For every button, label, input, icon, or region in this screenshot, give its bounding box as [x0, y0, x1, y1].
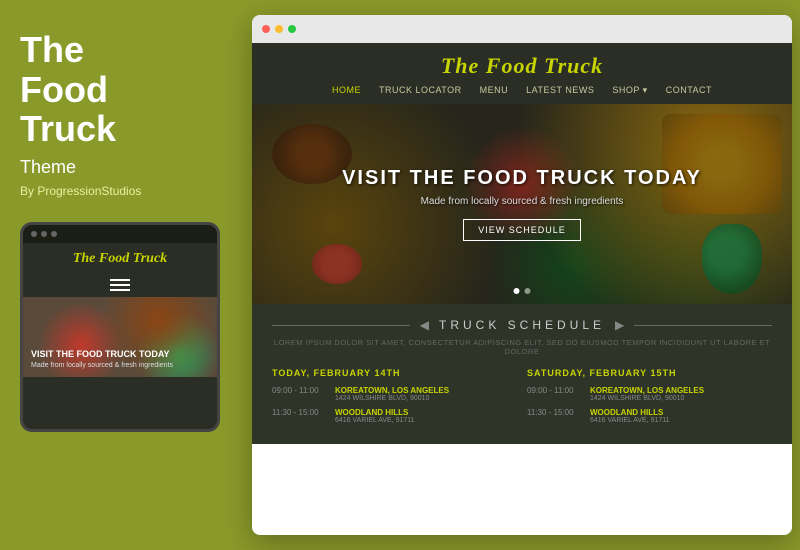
nav-contact[interactable]: CONTACT — [666, 85, 712, 96]
schedule-time: 09:00 - 11:00 — [272, 386, 327, 395]
hero-carousel-dots — [514, 288, 531, 294]
mobile-dot-1 — [31, 231, 37, 237]
title-line2: Food — [20, 69, 108, 110]
window-maximize-dot[interactable] — [288, 25, 296, 33]
schedule-time: 11:30 - 15:00 — [527, 408, 582, 417]
schedule-section: ◀ TRUCK SCHEDULE ▶ LOREM IPSUM DOLOR SIT… — [252, 304, 792, 444]
location-info: KOREATOWN, LOS ANGELES 1424 WILSHIRE BLV… — [590, 386, 704, 402]
schedule-columns: TODAY, FEBRUARY 14TH 09:00 - 11:00 KOREA… — [272, 368, 772, 430]
main-title: The Food Truck — [20, 30, 220, 149]
location-name: KOREATOWN, LOS ANGELES — [335, 386, 449, 395]
mobile-dot-2 — [41, 231, 47, 237]
nav-latest-news[interactable]: LATEST NEWS — [526, 85, 594, 96]
schedule-time: 11:30 - 15:00 — [272, 408, 327, 417]
window-minimize-dot[interactable] — [275, 25, 283, 33]
mobile-hero-subtitle: Made from locally sourced & fresh ingred… — [31, 362, 173, 369]
hamburger-line-2 — [110, 284, 130, 286]
schedule-col-2: SATURDAY, FEBRUARY 15TH 09:00 - 11:00 KO… — [527, 368, 772, 430]
hero-content: VISIT THE FOOD TRUCK TODAY Made from loc… — [342, 167, 702, 241]
nav-shop[interactable]: SHOP ▾ — [612, 85, 647, 96]
schedule-item: 11:30 - 15:00 WOODLAND HILLS 6416 VARIEL… — [527, 408, 772, 424]
location-info: KOREATOWN, LOS ANGELES 1424 WILSHIRE BLV… — [335, 386, 449, 402]
hero-section: VISIT THE FOOD TRUCK TODAY Made from loc… — [252, 104, 792, 304]
schedule-item: 11:30 - 15:00 WOODLAND HILLS 6416 VARIEL… — [272, 408, 517, 424]
day-title-2: SATURDAY, FEBRUARY 15TH — [527, 368, 772, 378]
mobile-mockup: The Food Truck VISIT THE FOOD TRUCK TODA… — [20, 222, 220, 432]
desktop-mockup: The Food Truck HOME TRUCK LOCATOR MENU L… — [252, 15, 792, 535]
mobile-hero: VISIT THE FOOD TRUCK TODAY Made from loc… — [23, 297, 217, 377]
mobile-hamburger-icon[interactable] — [23, 273, 217, 297]
location-name: WOODLAND HILLS — [590, 408, 670, 417]
hero-title: VISIT THE FOOD TRUCK TODAY — [342, 167, 702, 190]
location-name: KOREATOWN, LOS ANGELES — [590, 386, 704, 395]
hamburger-line-1 — [110, 279, 130, 281]
site-header: The Food Truck HOME TRUCK LOCATOR MENU L… — [252, 43, 792, 104]
title-line1: The — [20, 29, 84, 70]
schedule-description: LOREM IPSUM DOLOR SIT AMET, CONSECTETUR … — [272, 338, 772, 356]
theme-label: Theme — [20, 157, 220, 178]
desktop-top-bar — [252, 15, 792, 43]
nav-truck-locator[interactable]: TRUCK LOCATOR — [379, 85, 462, 96]
location-address: 6416 VARIEL AVE, 91711 — [335, 417, 415, 424]
mobile-header: The Food Truck — [23, 243, 217, 273]
arrow-left-icon: ◀ — [420, 318, 429, 332]
hamburger-line-3 — [110, 289, 130, 291]
location-address: 1424 WILSHIRE BLVD, 90010 — [335, 395, 449, 402]
title-line3: Truck — [20, 108, 116, 149]
location-info: WOODLAND HILLS 6416 VARIEL AVE, 91711 — [335, 408, 415, 424]
desktop-site-title: The Food Truck — [252, 53, 792, 79]
location-address: 1424 WILSHIRE BLVD, 90010 — [590, 395, 704, 402]
mobile-dots — [23, 225, 217, 243]
schedule-col-1: TODAY, FEBRUARY 14TH 09:00 - 11:00 KOREA… — [272, 368, 517, 430]
location-address: 6416 VARIEL AVE, 91711 — [590, 417, 670, 424]
hero-dot-2[interactable] — [525, 288, 531, 294]
nav-menu[interactable]: MENU — [480, 85, 509, 96]
schedule-section-title: TRUCK SCHEDULE — [439, 318, 605, 332]
left-panel: The Food Truck Theme By ProgressionStudi… — [0, 0, 240, 550]
location-name: WOODLAND HILLS — [335, 408, 415, 417]
schedule-time: 09:00 - 11:00 — [527, 386, 582, 395]
mobile-hero-title: VISIT THE FOOD TRUCK TODAY — [31, 349, 170, 360]
nav-home[interactable]: HOME — [332, 85, 361, 96]
arrow-right-icon: ▶ — [615, 318, 624, 332]
title-line-right — [634, 325, 772, 326]
hero-dot-1[interactable] — [514, 288, 520, 294]
window-close-dot[interactable] — [262, 25, 270, 33]
by-line: By ProgressionStudios — [20, 184, 220, 198]
hero-subtitle: Made from locally sourced & fresh ingred… — [342, 196, 702, 207]
mobile-dot-3 — [51, 231, 57, 237]
location-info: WOODLAND HILLS 6416 VARIEL AVE, 91711 — [590, 408, 670, 424]
schedule-title-row: ◀ TRUCK SCHEDULE ▶ — [272, 318, 772, 332]
schedule-item: 09:00 - 11:00 KOREATOWN, LOS ANGELES 142… — [527, 386, 772, 402]
mobile-site-title: The Food Truck — [23, 251, 217, 267]
schedule-item: 09:00 - 11:00 KOREATOWN, LOS ANGELES 142… — [272, 386, 517, 402]
day-title-1: TODAY, FEBRUARY 14TH — [272, 368, 517, 378]
view-schedule-button[interactable]: View Schedule — [463, 219, 581, 241]
title-line-left — [272, 325, 410, 326]
site-nav: HOME TRUCK LOCATOR MENU LATEST NEWS SHOP… — [252, 85, 792, 96]
